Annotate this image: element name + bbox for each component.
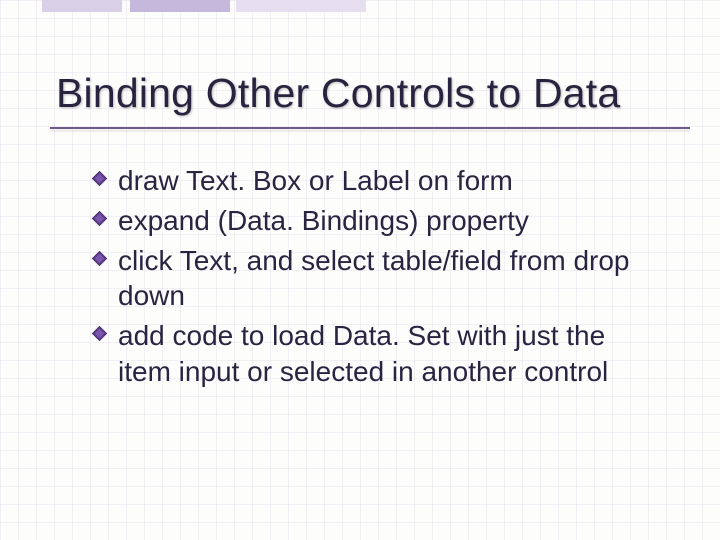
title-underline (50, 127, 690, 129)
list-item-text: draw Text. Box or Label on form (118, 165, 513, 196)
slide: Binding Other Controls to Data draw Text… (0, 0, 720, 540)
list-item: expand (Data. Bindings) property (92, 203, 664, 239)
diamond-bullet-icon (92, 251, 107, 266)
diamond-bullet-icon (92, 171, 107, 186)
bullet-list: draw Text. Box or Label on form expand (… (56, 163, 672, 390)
list-item: click Text, and select table/field from … (92, 243, 664, 315)
list-item: draw Text. Box or Label on form (92, 163, 664, 199)
list-item-text: add code to load Data. Set with just the… (118, 320, 608, 387)
slide-title: Binding Other Controls to Data (56, 70, 672, 117)
list-item-text: expand (Data. Bindings) property (118, 205, 529, 236)
diamond-bullet-icon (92, 326, 107, 341)
list-item-text: click Text, and select table/field from … (118, 245, 630, 312)
diamond-bullet-icon (92, 211, 107, 226)
list-item: add code to load Data. Set with just the… (92, 318, 664, 390)
